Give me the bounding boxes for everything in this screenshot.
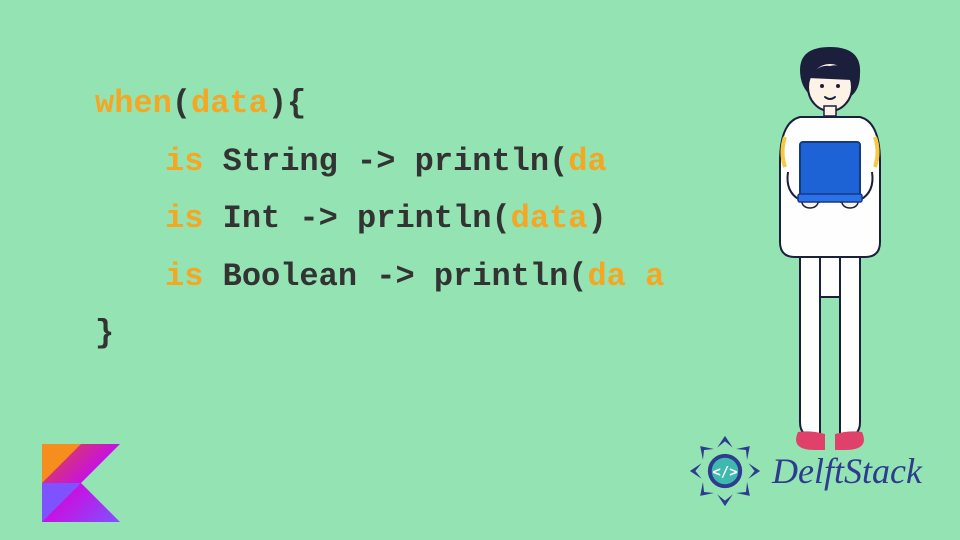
code-line-3: is Int -> println(data) [95,190,664,248]
arg-data: data [191,85,268,122]
kotlin-logo-icon [42,444,120,522]
keyword-is: is [165,258,203,295]
code-line-1: when(data){ [95,75,664,133]
code-line-4: is Boolean -> println(da a [95,248,664,306]
svg-text:</>: </> [712,464,737,480]
keyword-is: is [165,200,203,237]
keyword-when: when [95,85,172,122]
person-with-laptop-icon [730,42,920,462]
code-line-2: is String -> println(da [95,133,664,191]
code-line-5: } [95,305,664,363]
keyword-is: is [165,143,203,180]
code-snippet: when(data){ is String -> println(da is I… [95,75,664,363]
